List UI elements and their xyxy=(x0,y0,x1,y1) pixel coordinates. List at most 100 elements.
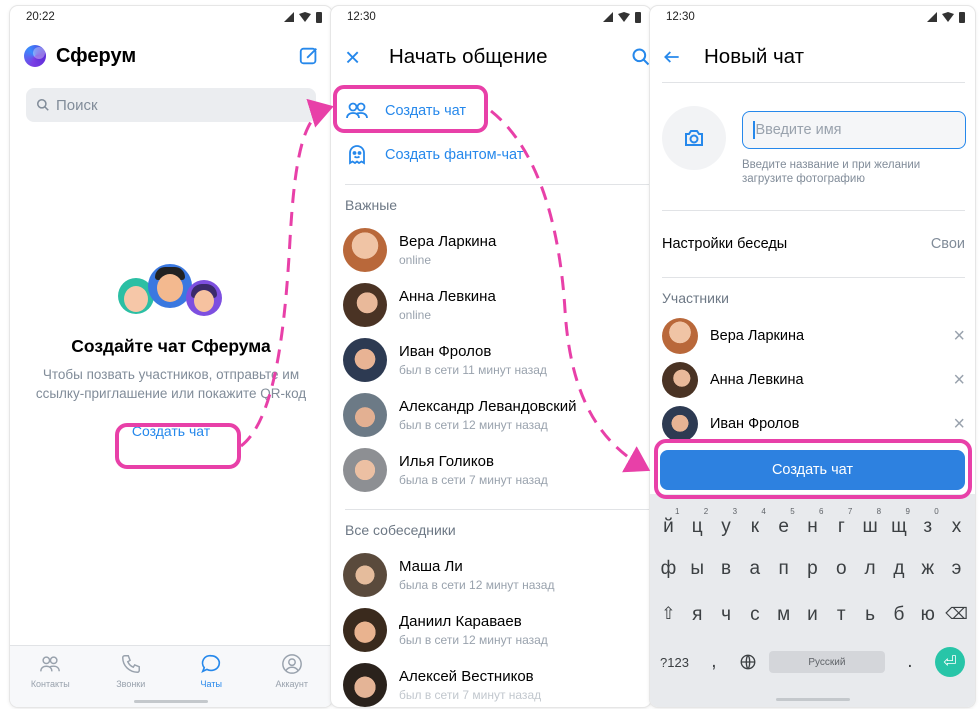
key-digit-hint: 9 xyxy=(905,507,910,516)
people-illustration xyxy=(116,264,226,328)
avatar xyxy=(343,228,387,272)
tab-calls[interactable]: Звонки xyxy=(91,646,172,707)
key[interactable]: й1 xyxy=(655,507,681,538)
key[interactable]: ц2 xyxy=(684,507,710,538)
search-input[interactable]: Поиск xyxy=(26,88,316,122)
text-caret xyxy=(753,121,755,139)
keyboard-row-2: фывапролджэ xyxy=(650,558,975,580)
contact-row[interactable]: Маша Ли была в сети 12 минут назад xyxy=(343,550,651,600)
enter-key[interactable]: ⏎ xyxy=(934,647,965,677)
sferum-logo-icon xyxy=(24,45,46,67)
key-digit-hint: 3 xyxy=(732,507,738,516)
avatar xyxy=(662,406,698,442)
key[interactable]: у3 xyxy=(713,507,739,538)
contact-row[interactable]: Алексей Вестников был в сети 7 минут наза… xyxy=(343,660,651,707)
status-bar: 12:30 xyxy=(331,6,651,28)
key[interactable]: х xyxy=(944,516,970,538)
key[interactable]: н6 xyxy=(799,507,825,538)
home-indicator xyxy=(775,698,850,701)
status-time: 12:30 xyxy=(666,11,695,23)
key[interactable]: е5 xyxy=(771,507,797,538)
search-icon[interactable] xyxy=(631,47,651,67)
key[interactable]: м xyxy=(771,604,797,626)
key[interactable]: ф xyxy=(655,558,681,580)
shift-key[interactable]: ⇧ xyxy=(655,604,681,626)
remove-member-icon[interactable]: × xyxy=(953,369,965,392)
key[interactable]: ж xyxy=(915,558,941,580)
key-digit-hint: 0 xyxy=(934,507,939,516)
status-bar: 12:30 xyxy=(650,6,975,28)
key[interactable]: в xyxy=(713,558,739,580)
key[interactable]: ч xyxy=(713,604,739,626)
key[interactable]: з0 xyxy=(915,507,941,538)
chat-name-placeholder: Введите имя xyxy=(755,122,842,138)
backspace-key[interactable]: ⌫ xyxy=(944,604,970,626)
empty-state: Создайте чат Сферума Чтобы позвать участ… xyxy=(10,264,332,439)
key[interactable]: с xyxy=(742,604,768,626)
period-key[interactable]: . xyxy=(897,651,923,673)
account-icon xyxy=(281,654,302,674)
remove-member-icon[interactable]: × xyxy=(953,413,965,436)
tab-account[interactable]: Аккаунт xyxy=(252,646,333,707)
chats-screen: 20:22 Сферум Поиск Создайте чат Сферума … xyxy=(10,6,332,707)
key[interactable]: я xyxy=(684,604,710,626)
status-time: 20:22 xyxy=(26,11,55,23)
key[interactable]: ш8 xyxy=(857,507,883,538)
remove-member-icon[interactable]: × xyxy=(953,325,965,348)
key[interactable]: д xyxy=(886,558,912,580)
app-header: Сферум xyxy=(24,40,320,72)
settings-label: Настройки беседы xyxy=(662,236,788,252)
contacts-icon xyxy=(40,656,61,672)
contact-row[interactable]: Вера Ларкина online xyxy=(343,225,651,275)
key[interactable]: э xyxy=(944,558,970,580)
key[interactable]: г7 xyxy=(828,507,854,538)
create-chat-button[interactable]: Создать чат xyxy=(660,450,965,490)
create-chat-link[interactable]: Создать чат xyxy=(10,423,332,439)
avatar xyxy=(662,362,698,398)
key[interactable]: ы xyxy=(684,558,710,580)
key-digit-hint: 2 xyxy=(703,507,709,516)
chat-settings-row[interactable]: Настройки беседы Свои xyxy=(662,224,965,264)
key-digit-hint: 1 xyxy=(674,507,680,516)
key[interactable]: ь xyxy=(857,604,883,626)
search-icon xyxy=(36,98,49,111)
contact-row[interactable]: Даниил Караваев был в сети 12 минут назад xyxy=(343,605,651,655)
create-phantom-chat-action[interactable]: Создать фантом-чат xyxy=(345,137,651,173)
tab-chats[interactable]: Чаты xyxy=(171,646,252,707)
contact-row[interactable]: Анна Левкина online xyxy=(343,280,651,330)
key[interactable]: щ9 xyxy=(886,507,912,538)
divider xyxy=(662,82,965,83)
chat-name-input[interactable]: Введите имя xyxy=(742,111,966,149)
avatar xyxy=(343,553,387,597)
comma-key[interactable]: , xyxy=(701,651,727,673)
screen-title: Начать общение xyxy=(389,45,548,68)
key[interactable]: к4 xyxy=(742,507,768,538)
key[interactable]: л xyxy=(857,558,883,580)
key[interactable]: и xyxy=(799,604,825,626)
create-chat-action[interactable]: Создать чат xyxy=(345,93,651,129)
close-icon[interactable]: × xyxy=(345,44,369,70)
upload-photo-button[interactable] xyxy=(662,106,726,170)
key[interactable]: б xyxy=(886,604,912,626)
key[interactable]: р xyxy=(799,558,825,580)
globe-icon[interactable] xyxy=(739,653,757,671)
avatar xyxy=(343,393,387,437)
contact-row[interactable]: Александр Левандовский был в сети 12 мину… xyxy=(343,390,651,440)
contact-row[interactable]: Иван Фролов был в сети 11 минут назад xyxy=(343,335,651,385)
empty-description: Чтобы позвать участников, отправьте им с… xyxy=(35,367,307,401)
back-arrow-icon[interactable] xyxy=(662,47,682,67)
key[interactable]: а xyxy=(742,558,768,580)
avatar xyxy=(343,338,387,382)
key[interactable]: п xyxy=(771,558,797,580)
compose-icon[interactable] xyxy=(298,45,320,67)
contact-row[interactable]: Илья Голиков была в сети 7 минут назад xyxy=(343,445,651,495)
key[interactable]: о xyxy=(828,558,854,580)
key[interactable]: т xyxy=(828,604,854,626)
onscreen-keyboard: й1ц2у3к4е5н6г7ш8щ9з0х фывапролджэ ⇧ ячсм… xyxy=(650,494,975,707)
tab-contacts[interactable]: Контакты xyxy=(10,646,91,707)
symbols-key[interactable]: ?123 xyxy=(660,655,689,670)
screen-title: Новый чат xyxy=(704,45,804,68)
key-digit-hint: 4 xyxy=(761,507,766,516)
space-key[interactable]: Русский xyxy=(768,651,885,673)
key[interactable]: ю xyxy=(915,604,941,626)
